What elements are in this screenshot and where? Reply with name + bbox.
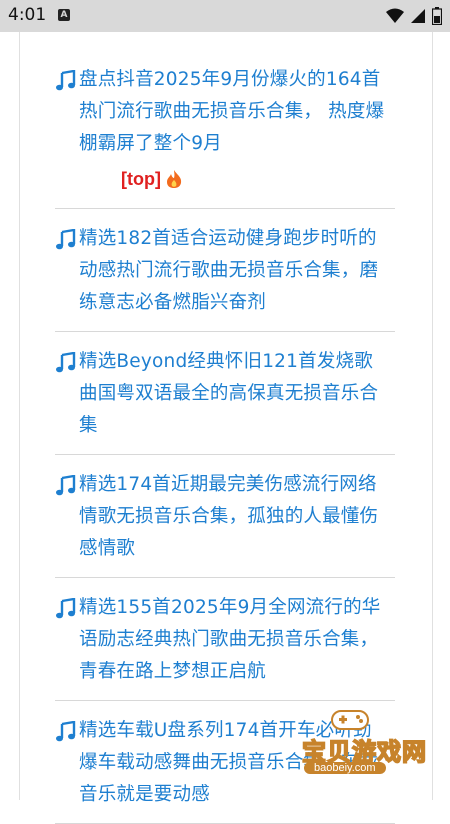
list-item-title: 精选182首适合运动健身跑步时听的动感热门流行歌曲无损音乐合集，磨练意志必备燃脂… — [79, 228, 379, 313]
music-note-icon — [56, 229, 76, 250]
watermark-logo: 宝贝游戏网 baobeiy.com — [282, 704, 450, 784]
status-bar: 4:01 A — [0, 0, 450, 32]
list-item[interactable]: 精选Beyond经典怀旧121首发烧歌曲国粤双语最全的高保真无损音乐合集 — [55, 332, 395, 455]
battery-icon — [432, 7, 442, 25]
top-badge-line: [top] — [79, 164, 387, 194]
watermark-url: baobeiy.com — [304, 762, 386, 774]
notification-icon: A — [58, 9, 70, 21]
list-item[interactable]: 精选182首适合运动健身跑步时听的动感热门流行歌曲无损音乐合集，磨练意志必备燃脂… — [55, 209, 395, 332]
list-item-title: 精选174首近期最完美伤感流行网络情歌无损音乐合集，孤独的人最懂伤感情歌 — [79, 474, 379, 559]
list-item-title: 精选155首2025年9月全网流行的华语励志经典热门歌曲无损音乐合集，青春在路上… — [79, 597, 381, 682]
list-item-title: 盘点抖音2025年9月份爆火的164首热门流行歌曲无损音乐合集， 热度爆棚霸屏了… — [79, 69, 385, 154]
gamepad-icon — [331, 710, 369, 730]
fire-icon — [166, 170, 182, 188]
list-item[interactable]: 盘点抖音2025年9月份爆火的164首热门流行歌曲无损音乐合集， 热度爆棚霸屏了… — [55, 32, 395, 209]
top-badge: [top] — [121, 168, 161, 189]
list-item[interactable]: 精选155首2025年9月全网流行的华语励志经典热门歌曲无损音乐合集，青春在路上… — [55, 578, 395, 701]
list-item[interactable]: 精选174首近期最完美伤感流行网络情歌无损音乐合集，孤独的人最懂伤感情歌 — [55, 455, 395, 578]
music-note-icon — [56, 475, 76, 496]
status-icons — [386, 7, 442, 25]
music-note-icon — [56, 598, 76, 619]
wifi-icon — [386, 8, 404, 23]
list-item-title: 精选Beyond经典怀旧121首发烧歌曲国粤双语最全的高保真无损音乐合集 — [79, 351, 379, 436]
music-note-icon — [56, 352, 76, 373]
signal-icon — [411, 9, 425, 23]
music-note-icon — [56, 70, 76, 91]
status-time: 4:01 — [8, 5, 47, 25]
music-note-icon — [56, 721, 76, 742]
